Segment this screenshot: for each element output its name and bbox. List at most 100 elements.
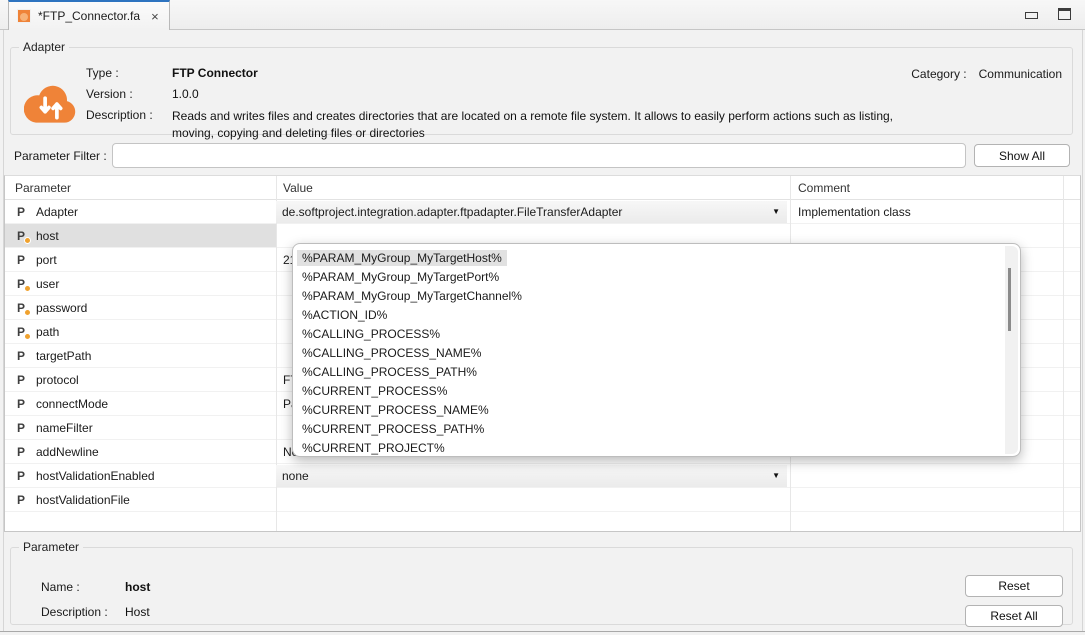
warning-badge-icon [24,333,31,340]
parameter-icon: P [17,469,28,483]
parameter-name: protocol [36,373,79,387]
dropdown-item-label: %PARAM_MyGroup_MyTargetHost% [297,250,507,266]
dropdown-item[interactable]: %ACTION_ID% [297,306,1000,325]
dropdown-item[interactable]: %CURRENT_PROJECT% [297,439,1000,457]
dropdown-item-label: %CURRENT_PROCESS_PATH% [297,421,489,437]
tab-title: *FTP_Connector.fa [38,9,140,23]
parameter-description-value: Host [125,605,150,619]
adapter-group-legend: Adapter [19,40,69,54]
parameter-name: hostValidationEnabled [36,469,155,483]
close-icon[interactable]: × [151,10,159,23]
table-row[interactable]: PhostValidationEnabled none ▼ [5,464,1080,488]
parameter-name: hostValidationFile [36,493,130,507]
maximize-icon[interactable] [1058,8,1071,20]
adapter-type: FTP Connector [172,66,258,80]
parameter-name: user [36,277,59,291]
table-row[interactable]: P Adapter de.softproject.integration.adapt… [5,200,1080,224]
tab-ftp-connector[interactable]: *FTP_Connector.fa × [8,0,170,30]
reset-button[interactable]: Reset [965,575,1063,597]
variable-suggestion-dropdown: %PARAM_MyGroup_MyTargetHost% %PARAM_MyGro… [292,243,1021,457]
parameter-name: password [36,301,87,315]
window-edge-bottom [0,631,1085,632]
value-combo[interactable]: de.softproject.integration.adapter.ftpad… [276,201,787,223]
table-header: Parameter Value Comment [5,176,1080,200]
name-label: Name : [41,580,125,594]
parameter-detail-group: Parameter Name : host Description : Host… [10,540,1073,625]
view-controls [1025,8,1071,20]
parameter-detail-legend: Parameter [19,540,83,554]
parameter-icon: P [17,445,28,459]
dropdown-item[interactable]: %CURRENT_PROCESS_PATH% [297,420,1000,439]
description-label: Description : [41,605,125,619]
parameter-name: addNewline [36,445,99,459]
parameter-icon: P [17,373,28,387]
dropdown-list: %PARAM_MyGroup_MyTargetHost% %PARAM_MyGro… [293,244,1020,457]
dropdown-item-label: %ACTION_ID% [297,307,392,323]
parameter-icon: P [17,205,28,219]
parameter-name: nameFilter [36,421,93,435]
parameter-filter-input[interactable] [112,143,966,168]
column-header-parameter: Parameter [5,181,276,195]
dropdown-item[interactable]: %CURRENT_PROCESS% [297,382,1000,401]
comment-text [790,488,1063,511]
column-separator [1063,176,1064,531]
parameter-name: connectMode [36,397,108,411]
dropdown-scrollbar-track[interactable] [1005,246,1018,454]
parameter-icon: P [17,253,28,267]
show-all-button[interactable]: Show All [974,144,1070,167]
type-label: Type : [86,66,172,80]
parameter-name: targetPath [36,349,91,363]
parameter-icon: P [17,277,28,291]
description-label: Description : [86,108,172,142]
dropdown-item-label: %CURRENT_PROJECT% [297,440,450,456]
dropdown-item-label: %PARAM_MyGroup_MyTargetPort% [297,269,504,285]
dropdown-item[interactable]: %PARAM_MyGroup_MyTargetChannel% [297,287,1000,306]
dropdown-item-label: %CURRENT_PROCESS_NAME% [297,402,494,418]
dropdown-item[interactable]: %CURRENT_PROCESS_NAME% [297,401,1000,420]
minimize-icon[interactable] [1025,12,1038,19]
warning-badge-icon [24,309,31,316]
dropdown-item[interactable]: %CALLING_PROCESS_NAME% [297,344,1000,363]
parameter-name: host [36,229,59,243]
parameter-icon: P [17,301,28,315]
parameter-icon: P [17,349,28,363]
dropdown-item[interactable]: %PARAM_MyGroup_MyTargetHost% [297,249,1000,268]
chevron-down-icon: ▼ [772,471,780,480]
parameter-icon: P [17,493,28,507]
value-text: de.softproject.integration.adapter.ftpad… [282,205,622,219]
window-edge-right [1082,30,1083,631]
cloud-transfer-icon [24,84,78,126]
warning-badge-icon [24,285,31,292]
parameter-name: Adapter [36,205,78,219]
dropdown-item-label: %PARAM_MyGroup_MyTargetChannel% [297,288,527,304]
editor-tab-bar: *FTP_Connector.fa × [0,0,1085,30]
adapter-file-icon [17,9,31,23]
table-row[interactable]: PhostValidationFile [5,488,1080,512]
adapter-version: 1.0.0 [172,87,199,101]
category-label: Category : [911,67,966,81]
parameter-icon: P [17,229,28,243]
adapter-group: Adapter Type : FTP Connector Version : 1… [10,40,1073,135]
dropdown-item-label: %CALLING_PROCESS_NAME% [297,345,486,361]
column-header-comment: Comment [790,181,1063,195]
chevron-down-icon: ▼ [772,207,780,216]
dropdown-item[interactable]: %CALLING_PROCESS_PATH% [297,363,1000,382]
value-text: none [282,469,309,483]
dropdown-item-label: %CURRENT_PROCESS% [297,383,452,399]
version-label: Version : [86,87,172,101]
column-header-value: Value [276,181,790,195]
value-combo[interactable]: none ▼ [276,465,787,487]
parameter-name: path [36,325,59,339]
parameter-icon: P [17,421,28,435]
comment-text [790,464,1063,487]
dropdown-scrollbar-thumb[interactable] [1008,268,1011,331]
adapter-category: Communication [979,67,1062,81]
parameter-filter-label: Parameter Filter : [14,149,107,163]
dropdown-item-label: %CALLING_PROCESS_PATH% [297,364,482,380]
dropdown-item[interactable]: %PARAM_MyGroup_MyTargetPort% [297,268,1000,287]
parameter-icon: P [17,325,28,339]
reset-all-button[interactable]: Reset All [965,605,1063,627]
warning-badge-icon [24,237,31,244]
dropdown-item[interactable]: %CALLING_PROCESS% [297,325,1000,344]
parameter-name-value: host [125,580,150,594]
